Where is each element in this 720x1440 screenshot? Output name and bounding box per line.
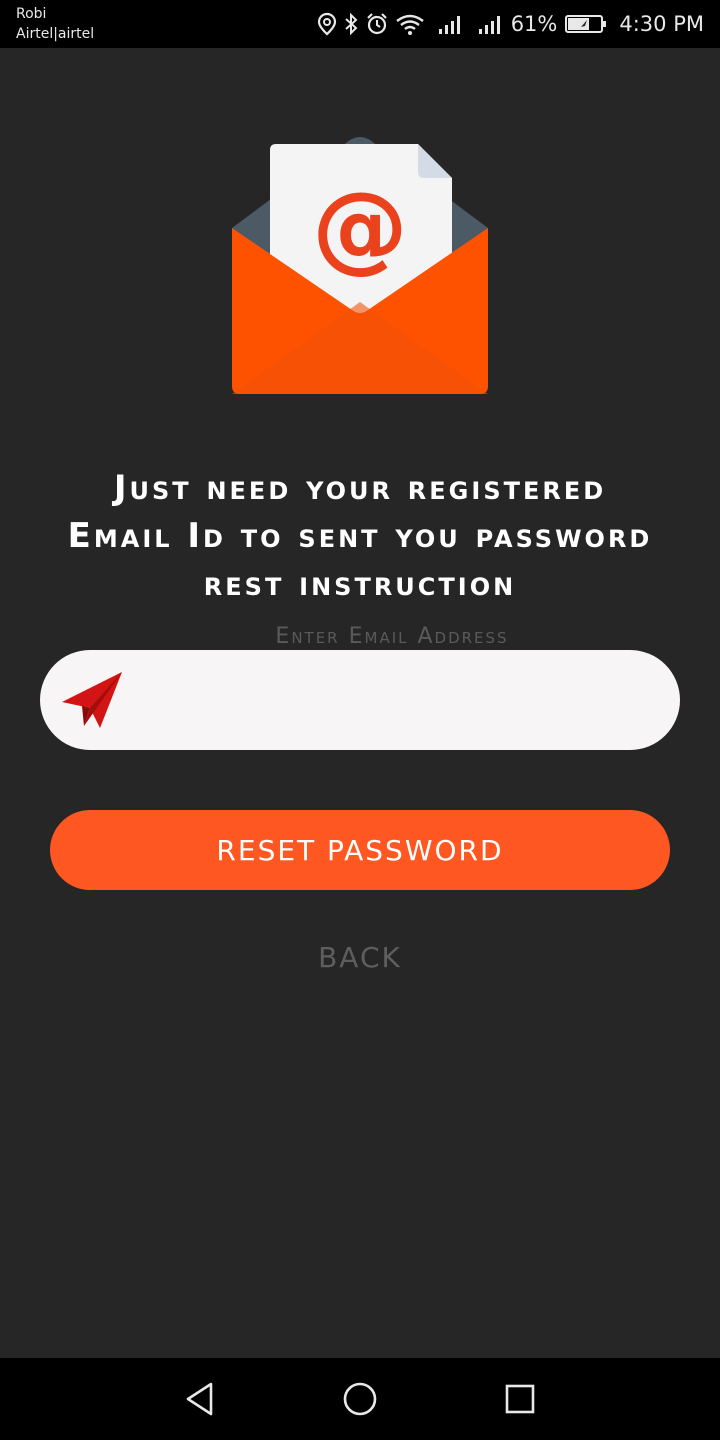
reset-password-button[interactable]: RESET PASSWORD [50, 810, 670, 890]
location-icon [317, 12, 336, 36]
battery-icon [565, 15, 607, 33]
signal-icon [438, 16, 460, 34]
carrier-name-secondary: Airtel|airtel [16, 26, 95, 42]
signal-icon [478, 16, 500, 34]
status-icons: 61% 4:30 PM [317, 0, 704, 48]
alarm-icon [366, 13, 387, 35]
bluetooth-icon [345, 12, 358, 36]
forgot-password-screen: Robi Airtel|airtel 61% 4:30 PM @ Just ne… [0, 0, 720, 1440]
at-sign: @ [312, 171, 408, 283]
nav-back-button[interactable] [176, 1375, 224, 1423]
recents-square-icon [505, 1384, 535, 1414]
email-input[interactable] [144, 650, 658, 752]
clock: 4:30 PM [619, 12, 704, 36]
carrier-info: Robi Airtel|airtel [16, 4, 94, 44]
status-bar: Robi Airtel|airtel 61% 4:30 PM [0, 0, 720, 48]
back-button[interactable]: BACK [260, 936, 460, 980]
nav-recents-button[interactable] [496, 1375, 544, 1423]
back-triangle-icon [186, 1382, 213, 1416]
headline-line: Just need your registered [113, 468, 607, 508]
nav-home-button[interactable] [336, 1375, 384, 1423]
system-nav-bar [0, 1358, 720, 1440]
headline-line: rest instruction [203, 564, 517, 604]
home-circle-icon [343, 1382, 377, 1416]
carrier-name-primary: Robi [16, 6, 47, 22]
email-field[interactable] [40, 650, 680, 752]
instruction-headline: Just need your registered Email Id to se… [10, 464, 710, 608]
paper-plane-icon [62, 672, 122, 728]
wifi-icon [395, 14, 424, 35]
headline-line: Email Id to sent you password [67, 516, 653, 556]
email-envelope-icon: @ [232, 137, 488, 394]
email-field-label: Enter Email Address [275, 624, 509, 649]
battery-percentage: 61% [510, 12, 558, 36]
